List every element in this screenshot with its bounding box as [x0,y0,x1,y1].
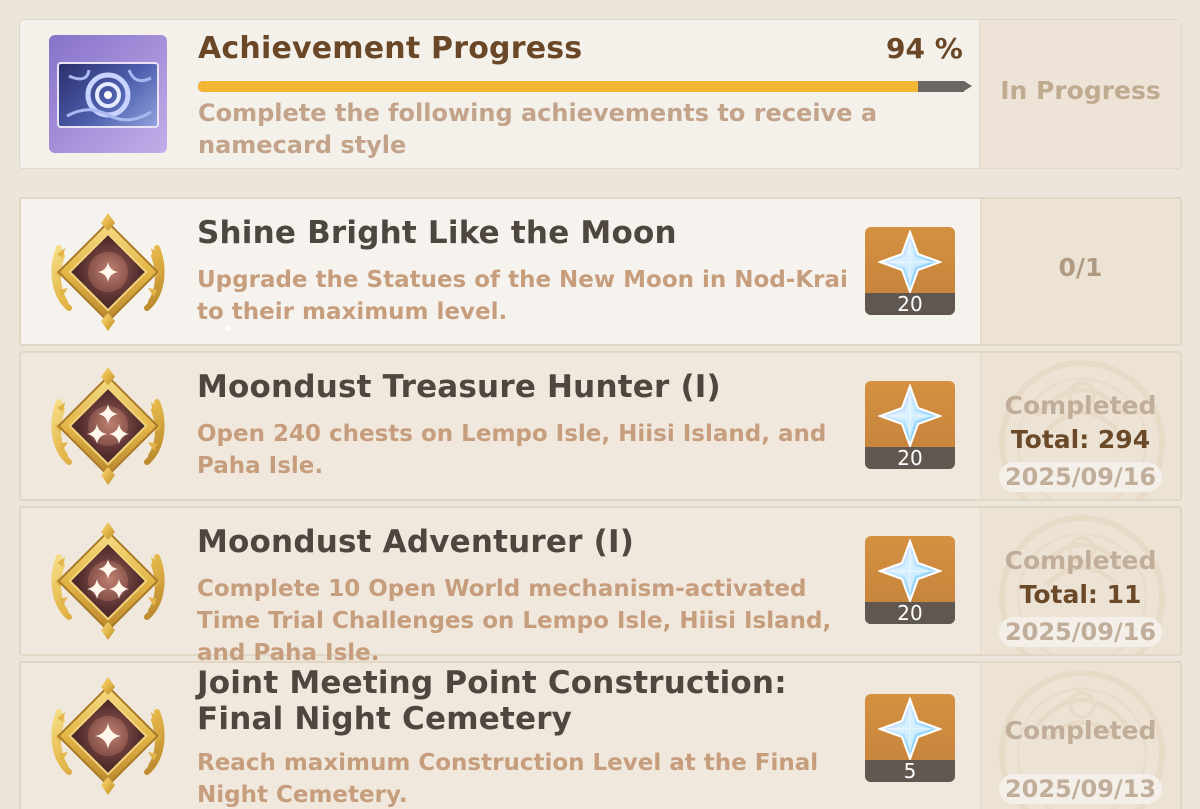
achievement-title: Shine Bright Like the Moon [197,215,677,251]
achievement-status-cell: Completed 2025/09/13 [980,663,1180,809]
namecard-icon [49,35,167,153]
progress-bar [198,81,972,92]
reward-item[interactable]: 20 [865,536,955,624]
achievement-description: Reach maximum Construction Level at the … [197,750,819,808]
reward-quantity: 20 [865,602,955,624]
achievement-title: Moondust Adventurer (I) [197,524,635,560]
achievement-total: Total: 294 [1010,425,1151,454]
primogem-icon [878,697,942,761]
progress-description: Complete the following achievements to r… [198,99,878,159]
achievement-progress-count: 0/1 [1058,253,1103,282]
achievement-medal-icon [47,519,169,643]
completed-label: Completed [1004,546,1157,575]
achievement-description: Complete 10 Open World mechanism-activat… [197,576,832,666]
reward-item[interactable]: 20 [865,381,955,469]
reward-quantity: 20 [865,447,955,469]
reward-item[interactable]: 5 [865,694,955,782]
reward-quantity: 5 [865,760,955,782]
achievement-title: Joint Meeting Point Construction: Final … [197,665,787,737]
progress-status: In Progress [1000,76,1161,105]
primogem-icon [878,539,942,603]
achievement-description: Upgrade the Statues of the New Moon in N… [197,267,848,325]
achievement-status-cell: Completed Total: 11 2025/09/16 [980,508,1180,654]
achievement-medal-icon [47,674,169,798]
achievement-status-cell: Completed Total: 294 2025/09/16 [980,353,1180,499]
primogem-icon [878,384,942,448]
achievement-status-cell: 0/1 [980,199,1180,344]
progress-percent: 94 % [886,32,963,65]
completion-date: 2025/09/16 [999,462,1162,492]
completed-label: Completed [1004,716,1157,745]
achievement-medal-icon [47,364,169,488]
page-title: Achievement Progress [198,31,583,66]
reward-item[interactable]: 20 [865,227,955,315]
achievement-row[interactable]: Shine Bright Like the Moon Upgrade the S… [19,197,1182,346]
completed-label: Completed [1004,391,1157,420]
reward-quantity: 20 [865,293,955,315]
achievement-row[interactable]: Moondust Treasure Hunter (I) Open 240 ch… [19,351,1182,501]
achievement-description: Open 240 chests on Lempo Isle, Hiisi Isl… [197,421,827,479]
achievement-progress-panel: Achievement Progress 94 % Complete the f… [19,19,1182,169]
completion-date: 2025/09/16 [999,617,1162,647]
achievement-total: Total: 11 [1019,580,1142,609]
completion-date: 2025/09/13 [999,774,1162,804]
achievement-row[interactable]: Joint Meeting Point Construction: Final … [19,661,1182,809]
achievement-row[interactable]: Moondust Adventurer (I) Complete 10 Open… [19,506,1182,666]
primogem-icon [878,230,942,294]
achievement-title: Moondust Treasure Hunter (I) [197,369,721,405]
achievement-medal-icon [47,210,169,334]
progress-status-cell: In Progress [979,20,1181,168]
progress-bar-fill [198,81,919,92]
